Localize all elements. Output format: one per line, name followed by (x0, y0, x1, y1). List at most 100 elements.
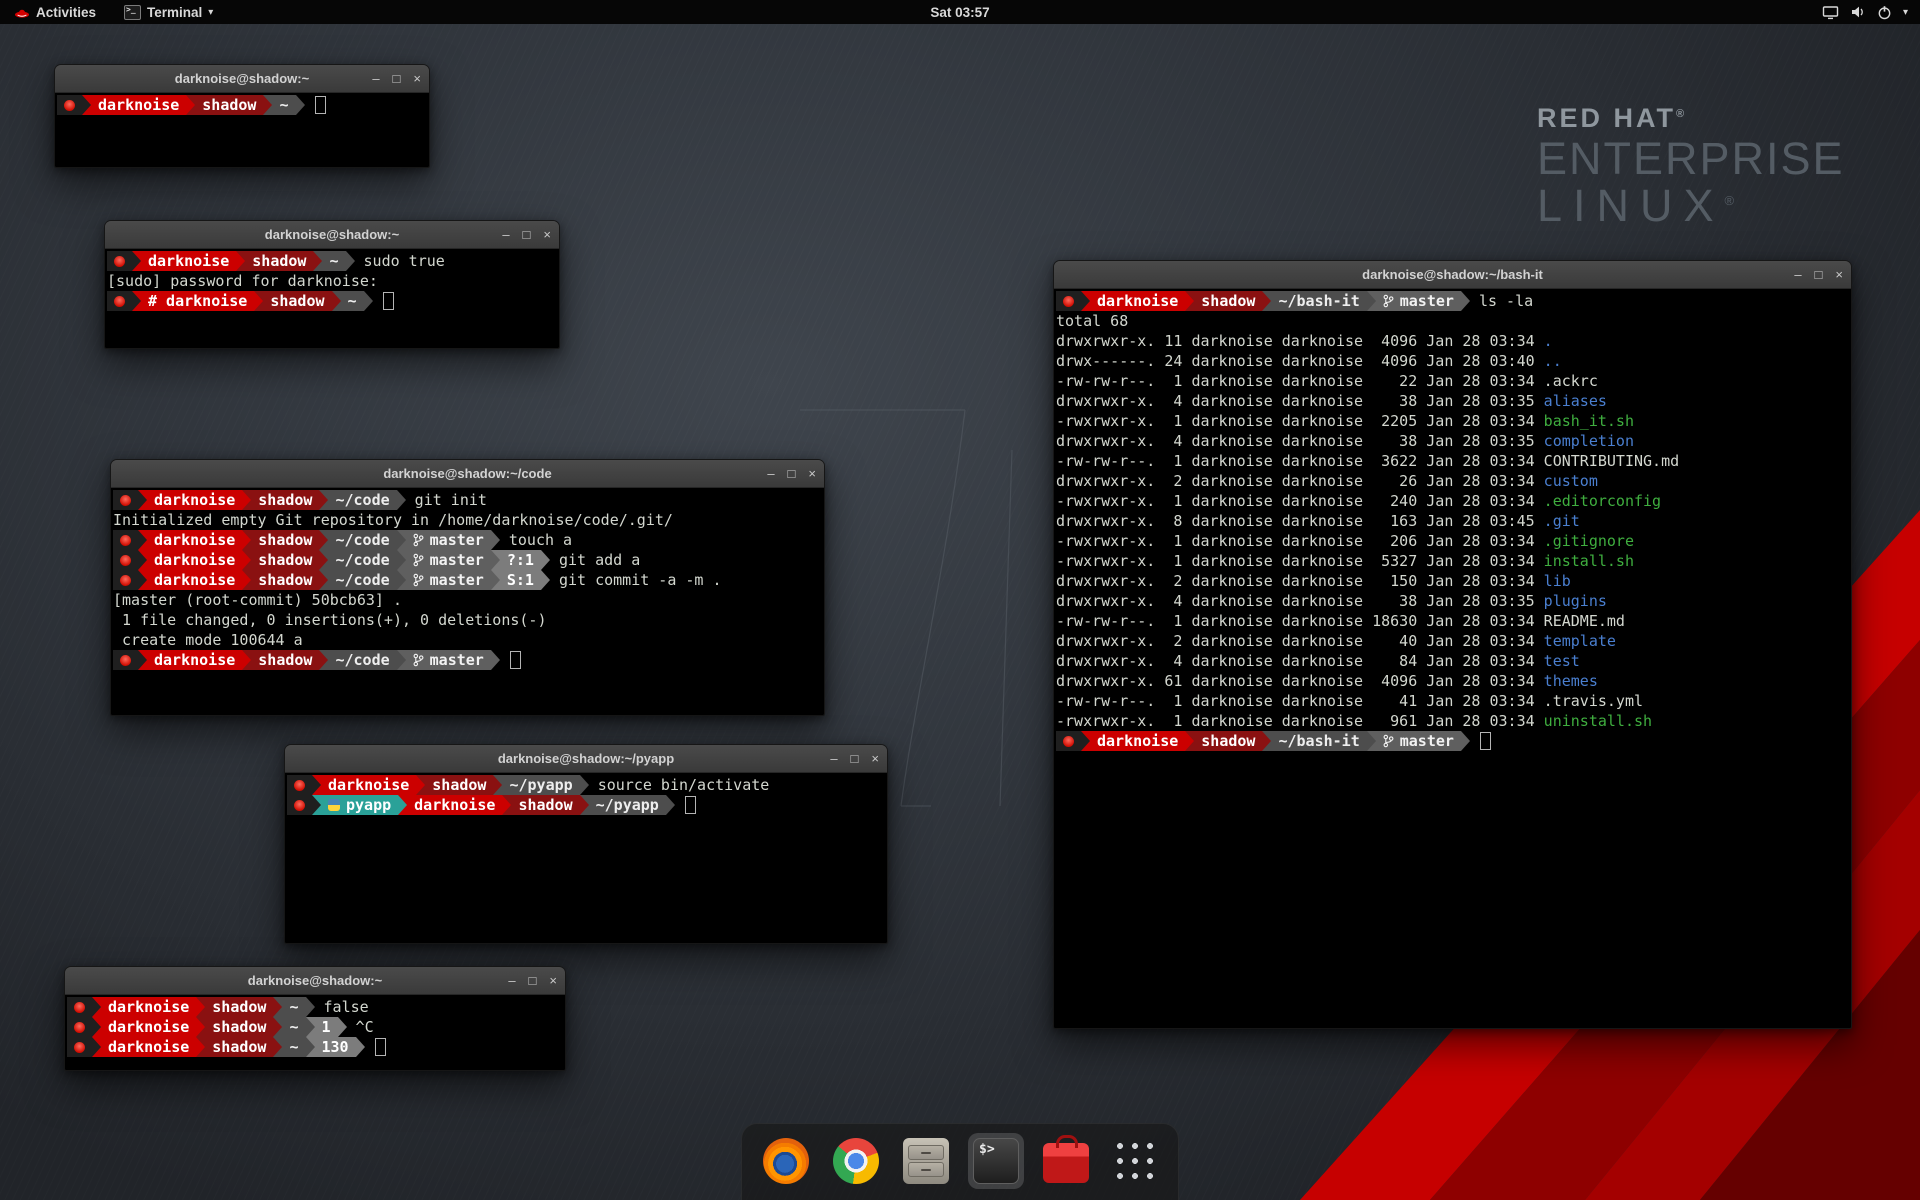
app-menu-terminal[interactable]: Terminal ▾ (120, 0, 217, 24)
terminal-content[interactable]: darknoise shadow ~ falsedarknoiseshadow~1 … (65, 995, 565, 1071)
powerline-separator (398, 795, 407, 815)
prompt-segment-path: ~/code (328, 550, 396, 570)
window-titlebar[interactable]: darknoise@shadow:~/code–□× (111, 460, 824, 488)
close-button[interactable]: × (1835, 268, 1843, 281)
terminal-text: drwxrwxr-x. 8 darknoise darknoise 163 Ja… (1056, 511, 1544, 531)
terminal-text: git commit -a -m . (550, 570, 722, 590)
terminal-text: false (315, 997, 369, 1017)
dock-files[interactable] (898, 1133, 954, 1189)
redhat-icon (1063, 296, 1074, 307)
terminal-line: [master (root-commit) 50bcb63] . (113, 590, 822, 610)
terminal-text: aliases (1544, 391, 1607, 411)
prompt-segment-text: ~ (289, 997, 298, 1017)
terminal-line: drwxrwxr-x. 2 darknoise darknoise 26 Jan… (1056, 471, 1849, 491)
close-button[interactable]: × (413, 72, 421, 85)
terminal-line: darknoiseshadow~/pyapp source bin/activa… (287, 775, 885, 795)
window-titlebar[interactable]: darknoise@shadow:~–□× (65, 967, 565, 995)
minimize-button[interactable]: – (502, 228, 509, 241)
terminal-line: Initialized empty Git repository in /hom… (113, 510, 822, 530)
maximize-button[interactable]: □ (851, 752, 859, 765)
firefox-icon (763, 1138, 809, 1184)
terminal-text: source bin/activate (589, 775, 770, 795)
minimize-button[interactable]: – (508, 974, 515, 987)
maximize-button[interactable]: □ (529, 974, 537, 987)
dock-chrome[interactable] (828, 1133, 884, 1189)
minimize-button[interactable]: – (1794, 268, 1801, 281)
terminal-line: -rwxrwxr-x. 1 darknoise darknoise 5327 J… (1056, 551, 1849, 571)
terminal-cursor (510, 651, 521, 669)
terminal-text: drwxrwxr-x. 4 darknoise darknoise 38 Jan… (1056, 391, 1544, 411)
system-status-area[interactable]: ▾ (1816, 0, 1914, 24)
maximize-button[interactable]: □ (788, 467, 796, 480)
close-button[interactable]: × (549, 974, 557, 987)
dock-toolbox[interactable] (1038, 1134, 1094, 1188)
window-titlebar[interactable]: darknoise@shadow:~/pyapp–□× (285, 745, 887, 773)
powerline-separator (92, 1017, 101, 1037)
prompt-segment-host: shadow (1194, 291, 1262, 311)
prompt-segment-text: ~/bash-it (1278, 291, 1359, 311)
terminal-window-sudo[interactable]: darknoise@shadow:~–□×darknoiseshadow~ su… (104, 220, 560, 349)
prompt-segment-venv: pyapp (321, 795, 398, 815)
prompt-segment-text: 1 (322, 1017, 331, 1037)
terminal-content[interactable]: darknoiseshadow~/code git initInitialize… (111, 488, 824, 716)
close-button[interactable]: × (808, 467, 816, 480)
terminal-content[interactable]: darknoiseshadow~ (55, 93, 429, 168)
desktop[interactable]: { "topbar": { "activities_label": "Activ… (0, 0, 1920, 1200)
close-button[interactable]: × (871, 752, 879, 765)
terminal-content[interactable]: darknoiseshadow~ sudo true[sudo] passwor… (105, 249, 559, 349)
prompt-segment-branch: master (1376, 291, 1461, 311)
terminal-window-pyapp[interactable]: darknoise@shadow:~/pyapp–□×darknoiseshad… (284, 744, 888, 944)
prompt-segment-text: shadow (212, 997, 266, 1017)
terminal-line: darknoiseshadow~/bash-itmaster (1056, 731, 1849, 751)
python-icon (328, 799, 340, 811)
chevron-down-icon: ▾ (1903, 7, 1908, 18)
terminal-window-bash-it[interactable]: darknoise@shadow:~/bash-it–□×darknoisesh… (1053, 260, 1852, 1029)
activities-button[interactable]: Activities (10, 0, 100, 24)
dock-firefox[interactable] (758, 1133, 814, 1189)
window-titlebar[interactable]: darknoise@shadow:~–□× (105, 221, 559, 249)
terminal-text: CONTRIBUTING.md (1544, 451, 1679, 471)
terminal-line: darknoiseshadow~1 ^C (67, 1017, 563, 1037)
maximize-button[interactable]: □ (1815, 268, 1823, 281)
powerline-separator (242, 570, 251, 590)
branch-icon (413, 573, 424, 587)
clock[interactable]: Sat 03:57 (930, 0, 989, 24)
powerline-separator (1262, 291, 1271, 311)
minimize-button[interactable]: – (830, 752, 837, 765)
prompt-segment-user: darknoise (101, 997, 196, 1017)
prompt-segment-text: ~/bash-it (1278, 731, 1359, 751)
terminal-window-home-2[interactable]: darknoise@shadow:~–□×darknoiseshadow~ fa… (64, 966, 566, 1071)
prompt-segment-text: master (430, 570, 484, 590)
dock-show-apps[interactable] (1108, 1134, 1162, 1188)
terminal-line: darknoiseshadow~ (57, 95, 427, 115)
minimize-button[interactable]: – (372, 72, 379, 85)
prompt-segment-host: shadow (251, 550, 319, 570)
powerline-separator (580, 795, 589, 815)
terminal-content[interactable]: darknoiseshadow~/bash-itmaster ls -latot… (1054, 289, 1851, 1029)
close-button[interactable]: × (543, 228, 551, 241)
terminal-text: drwxrwxr-x. 4 darknoise darknoise 38 Jan… (1056, 431, 1544, 451)
prompt-segment-text: shadow (518, 795, 572, 815)
terminal-text: custom (1544, 471, 1598, 491)
window-titlebar[interactable]: darknoise@shadow:~–□× (55, 65, 429, 93)
prompt-segment-text: 130 (322, 1037, 349, 1057)
redhat-icon (74, 1002, 85, 1013)
dock-terminal[interactable] (968, 1133, 1024, 1189)
terminal-text: drwxrwxr-x. 2 darknoise darknoise 40 Jan… (1056, 631, 1544, 651)
prompt-segment-user: darknoise (147, 550, 242, 570)
powerline-separator (541, 570, 550, 590)
terminal-text: ls -la (1470, 291, 1533, 311)
window-titlebar[interactable]: darknoise@shadow:~/bash-it–□× (1054, 261, 1851, 289)
prompt-segment-path: ~ (282, 997, 305, 1017)
window-controls: – □ × (830, 745, 879, 772)
minimize-button[interactable]: – (767, 467, 774, 480)
terminal-window-code[interactable]: darknoise@shadow:~/code–□×darknoiseshado… (110, 459, 825, 716)
terminal-content[interactable]: darknoiseshadow~/pyapp source bin/activa… (285, 773, 887, 944)
redhat-icon (120, 495, 131, 506)
powerline-separator (242, 490, 251, 510)
maximize-button[interactable]: □ (393, 72, 401, 85)
show-apps-icon (1113, 1139, 1157, 1183)
chevron-down-icon: ▾ (208, 7, 213, 18)
maximize-button[interactable]: □ (523, 228, 531, 241)
terminal-window-home-1[interactable]: darknoise@shadow:~–□×darknoiseshadow~ (54, 64, 430, 168)
